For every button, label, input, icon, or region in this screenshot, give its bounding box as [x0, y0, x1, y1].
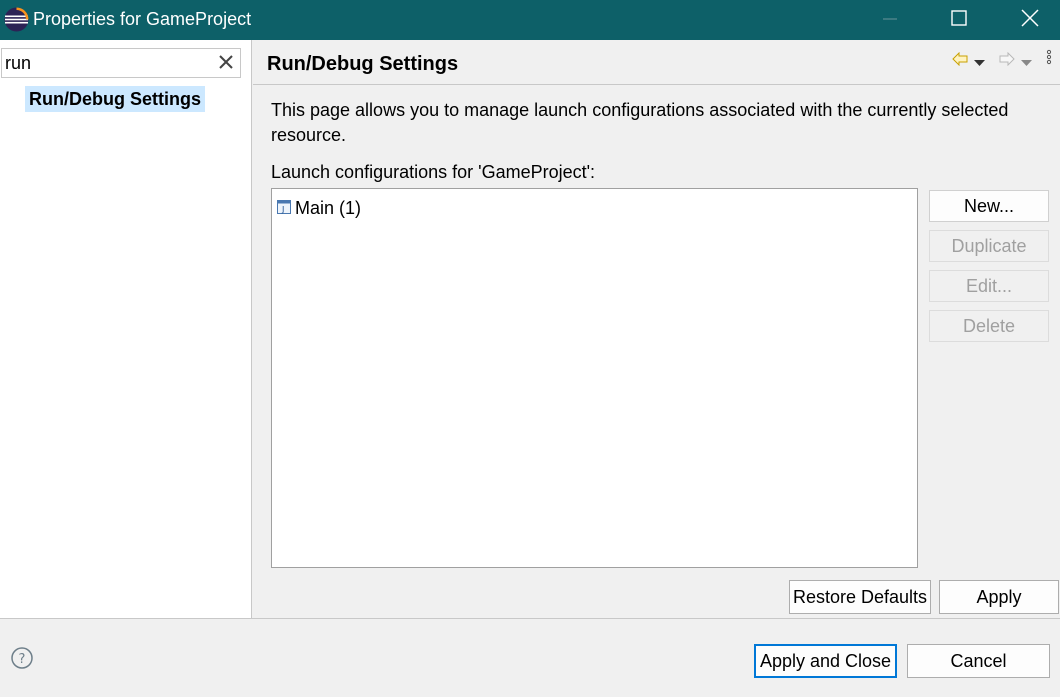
minimize-icon	[883, 10, 897, 31]
page-navigation	[940, 49, 1060, 73]
new-button[interactable]: New...	[929, 190, 1049, 222]
forward-arrow-icon[interactable]	[999, 50, 1015, 71]
preferences-tree-pane: Run/Debug Settings	[0, 40, 252, 618]
tree-item-run-debug-settings[interactable]: Run/Debug Settings	[25, 86, 205, 112]
minimize-button[interactable]	[860, 0, 920, 40]
filter-box	[1, 48, 241, 78]
configs-label: Launch configurations for 'GameProject':	[271, 162, 596, 182]
close-button[interactable]	[1000, 0, 1060, 40]
window-title: Properties for GameProject	[33, 9, 252, 29]
forward-dropdown-icon[interactable]	[1021, 52, 1032, 73]
config-label: Main (1)	[295, 197, 362, 218]
clear-icon[interactable]	[218, 54, 234, 70]
svg-text:?: ?	[19, 652, 26, 667]
dialog-footer: ? Apply and Close Cancel	[0, 619, 1060, 697]
apply-and-close-button[interactable]: Apply and Close	[754, 644, 897, 678]
svg-text:J: J	[281, 205, 284, 214]
java-application-icon: J	[277, 198, 291, 219]
view-menu-icon[interactable]	[1046, 49, 1052, 70]
title-separator	[253, 84, 1060, 85]
apply-button[interactable]: Apply	[939, 580, 1059, 614]
list-item[interactable]: J Main (1)	[277, 196, 361, 220]
maximize-button[interactable]	[929, 0, 989, 40]
page-description: This page allows you to manage launch co…	[271, 100, 1009, 145]
edit-button[interactable]: Edit...	[929, 270, 1049, 302]
eclipse-logo-icon	[4, 7, 29, 32]
maximize-icon	[951, 9, 967, 31]
property-page: Run/Debug Settings This page allows you …	[253, 40, 1060, 618]
delete-button[interactable]: Delete	[929, 310, 1049, 342]
page-title: Run/Debug Settings	[267, 53, 459, 75]
duplicate-button[interactable]: Duplicate	[929, 230, 1049, 262]
back-dropdown-icon[interactable]	[974, 52, 985, 73]
cancel-button[interactable]: Cancel	[907, 644, 1050, 678]
restore-defaults-button[interactable]: Restore Defaults	[789, 580, 931, 614]
back-arrow-icon[interactable]	[952, 50, 968, 71]
help-icon[interactable]: ?	[11, 647, 33, 669]
title-bar: Properties for GameProject	[0, 0, 1060, 40]
launch-config-list[interactable]: J Main (1)	[271, 188, 918, 568]
filter-input[interactable]	[5, 52, 215, 74]
close-icon	[1021, 8, 1039, 32]
